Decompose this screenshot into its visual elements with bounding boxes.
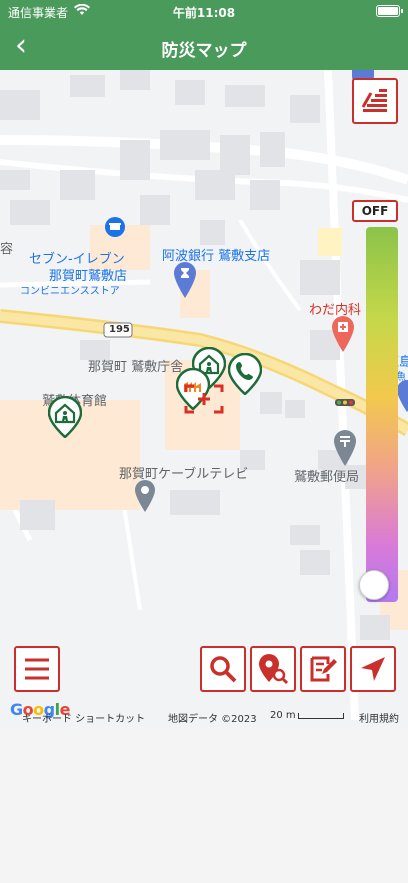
hazard-layer-button[interactable] (352, 78, 398, 124)
gym-shelter-marker-icon[interactable] (47, 395, 83, 439)
current-location-marker-icon (184, 384, 224, 418)
keyboard-shortcut-link[interactable]: キーボード ショートカット (22, 710, 145, 725)
map-scale-bar (298, 713, 344, 719)
opacity-slider-track[interactable] (366, 227, 398, 602)
map-label-bank: 阿波銀行 鷲敷支店 (162, 249, 271, 264)
phone-marker-icon[interactable] (227, 352, 263, 396)
cable-tv-pin-icon[interactable] (135, 480, 155, 516)
map-scale-label: 20 m (270, 710, 296, 721)
clinic-pin-icon[interactable] (332, 316, 354, 356)
opacity-slider-knob[interactable] (359, 570, 389, 600)
map-data-label: 地図データ ©2023 (168, 714, 257, 725)
map-label-seven-eleven-category: コンビニエンスストア (20, 286, 120, 297)
bank-pin-icon[interactable] (174, 262, 196, 302)
page-title: 防災マップ (161, 41, 247, 61)
map-label-town-office: 那賀町 鷲敷庁舎 (88, 360, 184, 375)
map-label-cable-tv: 那賀町ケーブルテレビ (119, 467, 249, 482)
hazard-layer-icon (361, 89, 387, 112)
search-icon (210, 656, 237, 683)
report-button[interactable] (300, 646, 346, 692)
blank-panel (0, 727, 408, 883)
current-location-button[interactable] (350, 646, 396, 692)
edit-note-icon (310, 656, 337, 682)
status-bar: 通信事業者 午前11:08 (0, 0, 408, 24)
route-195-label: 195 (109, 324, 130, 335)
place-search-button[interactable] (250, 646, 296, 692)
menu-icon (25, 658, 49, 680)
nav-bar: ‹ 防災マップ (0, 24, 408, 70)
post-office-pin-icon[interactable] (334, 430, 356, 470)
navigation-arrow-icon (361, 657, 385, 681)
hazard-off-toggle[interactable]: OFF (352, 200, 398, 222)
terms-link[interactable]: 利用規約 (359, 710, 399, 725)
map-attribution-bar: キーボード ショートカット 地図データ ©2023 20 m 利用規約 (0, 704, 408, 726)
battery-icon (376, 5, 403, 17)
edge-pin-icon[interactable] (397, 380, 408, 416)
convenience-store-pin-icon[interactable] (104, 216, 126, 246)
map-label-post-office: 鷲敷郵便局 (294, 470, 360, 485)
map-view[interactable]: 容 セブン-イレブン 那賀町鷲敷店 コンビニエンスストア 阿波銀行 鷲敷支店 わ… (0, 70, 408, 727)
menu-button[interactable] (14, 646, 60, 692)
map-label-clinic: わだ内科 (309, 303, 362, 318)
status-time: 午前11:08 (172, 6, 236, 20)
search-button[interactable] (200, 646, 246, 692)
pin-search-icon (259, 654, 288, 685)
map-label-edge-left: 容 (0, 242, 14, 257)
